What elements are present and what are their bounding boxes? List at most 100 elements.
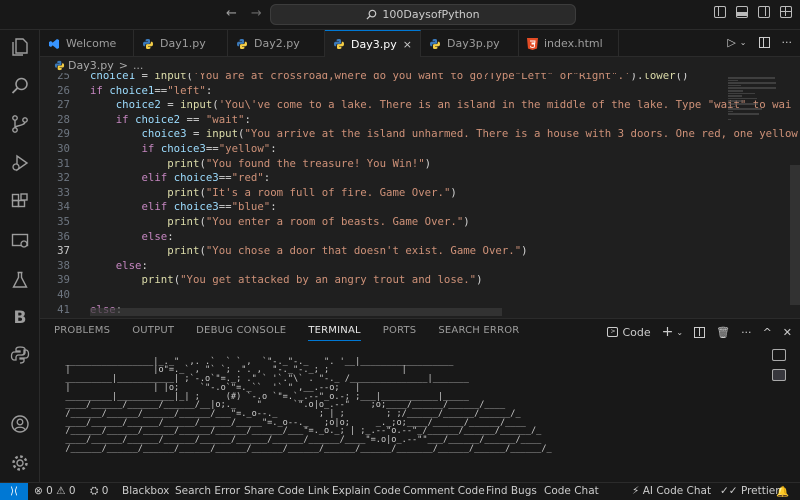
- explorer-icon[interactable]: [8, 35, 32, 59]
- line-text: choice3 = input("You arrive at the islan…: [141, 127, 798, 141]
- tab-terminal[interactable]: TERMINAL: [308, 325, 361, 341]
- ports-status[interactable]: ⛭ 0: [90, 485, 108, 498]
- minimap-line: [728, 113, 759, 115]
- horizontal-scrollbar[interactable]: [90, 308, 502, 316]
- status-search-error[interactable]: Search Error: [175, 485, 240, 497]
- blackbox-icon[interactable]: B: [8, 306, 32, 330]
- status-code-chat[interactable]: Code Chat: [544, 485, 599, 497]
- manage-gear-icon[interactable]: [8, 451, 32, 475]
- code-line[interactable]: 27 choice2 = input('You\'ve come to a la…: [40, 98, 791, 113]
- code-line[interactable]: 39 print("You get attacked by an angry t…: [40, 273, 720, 288]
- line-number: 34: [57, 200, 70, 214]
- terminal-output[interactable]: _________________|_._" ,. .` ` ` , `"-._…: [55, 349, 551, 453]
- python-icon: [54, 60, 65, 71]
- code-line[interactable]: 40: [40, 288, 720, 303]
- kill-terminal-trash-icon[interactable]: 🗑: [716, 326, 730, 339]
- tab-day2[interactable]: Day2.py: [228, 30, 325, 57]
- split-editor-icon[interactable]: [758, 37, 770, 48]
- layout-controls: [714, 6, 792, 18]
- maximize-panel-chevron-up-icon[interactable]: ^: [763, 326, 772, 339]
- status-ai-code-chat[interactable]: ⚡ AI Code Chat: [632, 485, 711, 497]
- tab-problems[interactable]: PROBLEMS: [54, 325, 110, 341]
- code-line[interactable]: 26 if choice1=="left":: [40, 84, 720, 99]
- python-sidebar-icon[interactable]: [8, 343, 32, 367]
- more-actions-icon[interactable]: ···: [741, 326, 752, 339]
- customize-layout-icon[interactable]: [780, 6, 792, 18]
- back-arrow-icon[interactable]: ←: [226, 6, 237, 21]
- toggle-primary-sidebar-icon[interactable]: [714, 6, 726, 18]
- notifications-bell-icon[interactable]: 🔔: [776, 485, 789, 498]
- tab-day1[interactable]: Day1.py: [134, 30, 228, 57]
- status-prettier[interactable]: ✓✓ Prettier: [720, 485, 780, 497]
- line-text: else:: [115, 258, 148, 272]
- status-comment-code[interactable]: Comment Code: [403, 485, 485, 497]
- code-editor[interactable]: 25 choice1 = input('You are at crossroad,…: [40, 73, 800, 318]
- status-share-code-link[interactable]: Share Code Link: [244, 485, 329, 497]
- more-actions-icon[interactable]: ···: [782, 36, 793, 49]
- close-tab-icon[interactable]: ×: [403, 38, 412, 51]
- code-line[interactable]: 29 choice3 = input("You arrive at the is…: [40, 127, 798, 142]
- terminal-dropdown-chevron-icon[interactable]: ⌄: [676, 328, 683, 337]
- code-line[interactable]: 38 else:: [40, 259, 720, 274]
- line-text: print("You get attacked by an angry trou…: [141, 273, 483, 287]
- status-blackbox[interactable]: Blackbox: [122, 485, 169, 497]
- breadcrumb-separator: >: [118, 58, 128, 72]
- testing-icon[interactable]: [8, 268, 32, 292]
- line-number: 35: [57, 215, 70, 228]
- split-terminal-icon[interactable]: [694, 326, 706, 338]
- terminal-profile[interactable]: > Code: [607, 326, 651, 339]
- tab-day3[interactable]: Day3.py ×: [325, 30, 421, 57]
- line-text: if choice2 == "wait":: [115, 112, 251, 126]
- code-line[interactable]: 32 elif choice3=="red":: [40, 171, 720, 186]
- code-line[interactable]: 30 if choice3=="yellow":: [40, 142, 720, 157]
- terminal-instance-icon[interactable]: [772, 349, 786, 361]
- tab-debug-console[interactable]: DEBUG CONSOLE: [196, 325, 286, 341]
- code-line[interactable]: 36 else:: [40, 230, 720, 245]
- search-icon: [366, 9, 377, 20]
- toggle-panel-icon[interactable]: [736, 6, 748, 18]
- command-center-search[interactable]: 100DaysofPython: [270, 4, 576, 25]
- breadcrumb-file[interactable]: Day3.py: [68, 59, 114, 72]
- terminal-instance-icon[interactable]: [772, 369, 786, 381]
- extensions-icon[interactable]: [8, 190, 32, 214]
- line-number: 41: [57, 302, 70, 316]
- tab-search-error[interactable]: SEARCH ERROR: [438, 325, 519, 341]
- source-control-icon[interactable]: [8, 112, 32, 136]
- forward-arrow-icon[interactable]: →: [251, 6, 262, 21]
- tab-day3p[interactable]: Day3p.py: [421, 30, 519, 57]
- line-number: 39: [57, 273, 70, 287]
- remote-explorer-icon[interactable]: [8, 229, 32, 253]
- minimap[interactable]: [728, 73, 778, 133]
- code-line[interactable]: 35 print("You enter a room of beasts. Ga…: [40, 215, 720, 230]
- tab-welcome[interactable]: Welcome: [40, 30, 134, 57]
- close-panel-icon[interactable]: ✕: [783, 326, 792, 339]
- tab-output[interactable]: OUTPUT: [132, 325, 174, 341]
- minimap-line: [728, 82, 776, 84]
- breadcrumb-symbol[interactable]: ...: [133, 59, 144, 72]
- code-line[interactable]: 33 print("It's a room full of fire. Game…: [40, 186, 720, 201]
- line-number: 36: [57, 229, 70, 243]
- toggle-secondary-sidebar-icon[interactable]: [758, 6, 770, 18]
- code-line[interactable]: 31 print("You found the treasure! You Wi…: [40, 157, 720, 172]
- vertical-scrollbar[interactable]: [790, 165, 800, 305]
- run-dropdown-chevron-icon[interactable]: ⌄: [740, 38, 747, 47]
- tab-index-html[interactable]: index.html: [519, 30, 619, 57]
- search-sidebar-icon[interactable]: [8, 74, 32, 98]
- code-line[interactable]: 37 print("You chose a door that doesn't …: [40, 244, 720, 259]
- remote-indicator-icon[interactable]: ⟩⟨: [0, 483, 28, 500]
- run-debug-icon[interactable]: [8, 151, 32, 175]
- status-find-bugs[interactable]: Find Bugs: [486, 485, 537, 497]
- tab-ports[interactable]: PORTS: [383, 325, 417, 341]
- code-line[interactable]: 28 if choice2 == "wait":: [40, 113, 720, 128]
- new-terminal-plus-icon[interactable]: +: [662, 324, 674, 340]
- vscode-icon: [49, 38, 59, 49]
- problems-status[interactable]: ⊗ 0 ⚠ 0: [34, 485, 76, 497]
- code-line[interactable]: 25 choice1 = input('You are at crossroad,…: [40, 73, 720, 84]
- status-explain-code[interactable]: Explain Code: [332, 485, 401, 497]
- minimap-line: [728, 100, 743, 102]
- code-line[interactable]: 34 elif choice3=="blue":: [40, 200, 720, 215]
- line-text: print("It's a room full of fire. Game Ov…: [167, 185, 457, 199]
- activity-bar: B: [0, 30, 40, 482]
- accounts-icon[interactable]: [8, 412, 32, 436]
- run-python-file-icon[interactable]: ▷: [727, 36, 735, 49]
